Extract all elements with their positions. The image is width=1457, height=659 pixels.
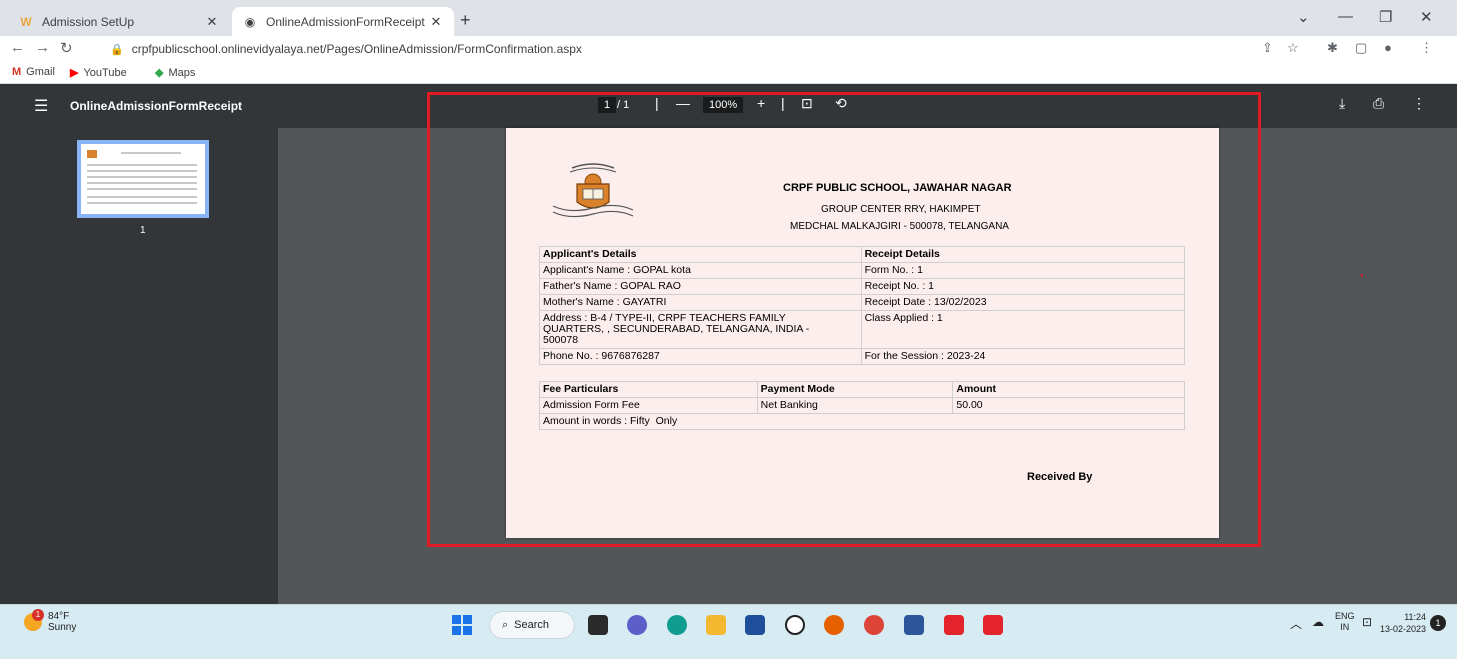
red-dot: ● bbox=[1360, 273, 1364, 279]
more-menu-icon[interactable]: ⋮ bbox=[1420, 40, 1433, 56]
teams-chat-icon[interactable] bbox=[627, 615, 647, 635]
tab-strip: W Admission SetUp ✕ ◉ OnlineAdmissionFor… bbox=[0, 0, 1457, 36]
bookmark-maps[interactable]: ◆ Maps bbox=[155, 66, 196, 80]
taskbar: 1 84°F Sunny ⌕ Search ︿ ☁ ENG IN ⊡ 11:24… bbox=[0, 604, 1457, 659]
maps-icon: ◆ bbox=[155, 67, 164, 79]
page-thumbnail[interactable] bbox=[77, 140, 209, 218]
lock-icon: 🔒 bbox=[110, 43, 124, 56]
side-panel-icon[interactable]: ▢ bbox=[1355, 40, 1367, 56]
tab-admission-setup[interactable]: W Admission SetUp ✕ bbox=[8, 7, 230, 36]
thumb-line bbox=[87, 182, 197, 184]
start-tile bbox=[452, 626, 461, 635]
pdf-sidebar: 1 bbox=[0, 128, 278, 604]
new-tab-button[interactable]: + bbox=[460, 10, 471, 31]
clock[interactable]: 11:24 13-02-2023 bbox=[1380, 611, 1426, 635]
youtube-icon: ▶ bbox=[70, 67, 79, 79]
bookmark-label: YouTube bbox=[83, 66, 127, 79]
restore-button[interactable]: ❐ bbox=[1379, 8, 1392, 26]
thumb-line bbox=[87, 196, 197, 198]
start-button[interactable] bbox=[452, 615, 472, 635]
temperature: 84°F bbox=[48, 611, 70, 622]
pdf-more-icon[interactable]: ⋮ bbox=[1412, 95, 1426, 112]
tab-search-icon[interactable]: ⌄ bbox=[1297, 8, 1310, 26]
address-bar[interactable]: 🔒 crpfpublicschool.onlinevidyalaya.net/P… bbox=[110, 38, 1270, 60]
language-indicator[interactable]: ENG IN bbox=[1335, 611, 1355, 633]
menu-icon[interactable]: ☰ bbox=[34, 96, 48, 116]
thumb-line bbox=[87, 176, 197, 178]
start-tile bbox=[463, 615, 472, 624]
print-icon[interactable]: ⎙ bbox=[1373, 95, 1384, 112]
edge-icon[interactable] bbox=[667, 615, 687, 635]
bookmarks-bar: M Gmail ▶ YouTube ◆ Maps bbox=[0, 62, 1457, 84]
thumb-line bbox=[87, 164, 197, 166]
close-icon[interactable]: ✕ bbox=[428, 14, 444, 30]
tab-title: Admission SetUp bbox=[42, 14, 135, 29]
weather-widget[interactable]: 1 84°F Sunny bbox=[24, 609, 77, 633]
dell-icon[interactable] bbox=[785, 615, 805, 635]
extensions-icon[interactable]: ✱ bbox=[1327, 40, 1338, 56]
store-icon[interactable] bbox=[745, 615, 765, 635]
download-icon[interactable]: ⤓ bbox=[1339, 95, 1345, 112]
thumbnail-page-number: 1 bbox=[140, 225, 146, 236]
weather-badge: 1 bbox=[32, 609, 44, 621]
close-window-button[interactable]: ✕ bbox=[1420, 8, 1433, 26]
bookmark-label: Gmail bbox=[26, 66, 55, 78]
file-explorer-icon[interactable] bbox=[706, 615, 726, 635]
close-icon[interactable]: ✕ bbox=[204, 14, 220, 30]
thumb-line bbox=[87, 188, 197, 190]
word-icon[interactable] bbox=[904, 615, 924, 635]
network-icon[interactable]: ⊡ bbox=[1362, 615, 1372, 629]
gmail-icon: M bbox=[12, 66, 22, 78]
chrome-icon[interactable] bbox=[864, 615, 884, 635]
anydesk-icon[interactable] bbox=[944, 615, 964, 635]
start-tile bbox=[452, 615, 461, 624]
back-icon[interactable]: ← bbox=[10, 39, 25, 56]
share-icon[interactable]: ⇪ bbox=[1262, 40, 1273, 56]
firefox-icon[interactable] bbox=[824, 615, 844, 635]
language-region: IN bbox=[1340, 622, 1350, 632]
pdf-title: OnlineAdmissionFormReceipt bbox=[70, 99, 243, 113]
language-code: ENG bbox=[1335, 611, 1355, 621]
profile-icon[interactable]: ● bbox=[1384, 40, 1392, 55]
reload-icon[interactable]: ↻ bbox=[60, 39, 73, 57]
tab-title: OnlineAdmissionFormReceipt bbox=[266, 14, 425, 29]
minimize-button[interactable]: — bbox=[1338, 8, 1353, 25]
weather-condition: Sunny bbox=[48, 622, 77, 633]
bookmark-star-icon[interactable]: ☆ bbox=[1287, 40, 1299, 56]
task-view-icon[interactable] bbox=[588, 615, 608, 635]
search-icon: ⌕ bbox=[502, 618, 509, 631]
thumb-line bbox=[121, 152, 181, 154]
url-text: crpfpublicschool.onlinevidyalaya.net/Pag… bbox=[131, 42, 582, 56]
anydesk-icon-2[interactable] bbox=[983, 615, 1003, 635]
bookmark-youtube[interactable]: ▶ YouTube bbox=[70, 66, 127, 80]
notification-badge[interactable]: 1 bbox=[1430, 615, 1446, 631]
date: 13-02-2023 bbox=[1380, 624, 1427, 634]
cloud-icon[interactable]: ☁ bbox=[1312, 615, 1324, 629]
thumb-emblem bbox=[87, 150, 97, 158]
bookmark-gmail[interactable]: M Gmail bbox=[12, 66, 55, 78]
highlight-box bbox=[427, 92, 1261, 547]
globe-icon: ◉ bbox=[244, 14, 256, 29]
thumb-line bbox=[87, 202, 197, 204]
w-logo-icon: W bbox=[20, 14, 32, 29]
start-tile bbox=[463, 626, 472, 635]
bookmark-label: Maps bbox=[168, 66, 196, 79]
browser-toolbar: ← → ↻ 🔒 crpfpublicschool.onlinevidyalaya… bbox=[0, 36, 1457, 62]
time: 11:24 bbox=[1404, 612, 1427, 622]
thumb-line bbox=[87, 170, 197, 172]
tab-online-admission-receipt[interactable]: ◉ OnlineAdmissionFormReceipt ✕ bbox=[232, 7, 454, 36]
sun-icon: 1 bbox=[24, 609, 44, 631]
taskbar-search[interactable]: ⌕ Search bbox=[489, 611, 575, 639]
chevron-up-icon[interactable]: ︿ bbox=[1290, 615, 1302, 632]
search-label: Search bbox=[514, 619, 550, 631]
forward-icon[interactable]: → bbox=[35, 39, 50, 56]
